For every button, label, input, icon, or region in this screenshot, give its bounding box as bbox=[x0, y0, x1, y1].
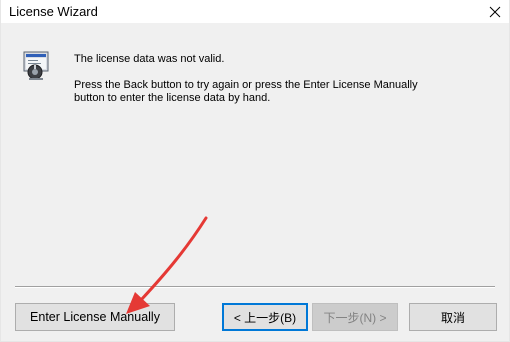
next-button[interactable]: 下一步(N) > bbox=[312, 303, 398, 331]
error-message: The license data was not valid. bbox=[74, 53, 225, 65]
instruction-line-2: button to enter the license data by hand… bbox=[74, 92, 271, 104]
dialog-client-area: The license data was not valid. Press th… bbox=[1, 23, 509, 341]
cancel-button[interactable]: 取消 bbox=[409, 303, 497, 331]
close-button[interactable] bbox=[481, 0, 509, 23]
window-title: License Wizard bbox=[9, 4, 98, 19]
title-bar: License Wizard bbox=[1, 0, 509, 23]
close-icon bbox=[489, 6, 501, 17]
button-separator bbox=[15, 286, 495, 288]
license-wizard-icon bbox=[23, 51, 49, 80]
license-wizard-window: License Wizard The license data was not … bbox=[0, 0, 510, 342]
instruction-line-1: Press the Back button to try again or pr… bbox=[74, 79, 418, 91]
enter-license-manually-button[interactable]: Enter License Manually bbox=[15, 303, 175, 331]
back-button[interactable]: < 上一步(B) bbox=[222, 303, 308, 331]
